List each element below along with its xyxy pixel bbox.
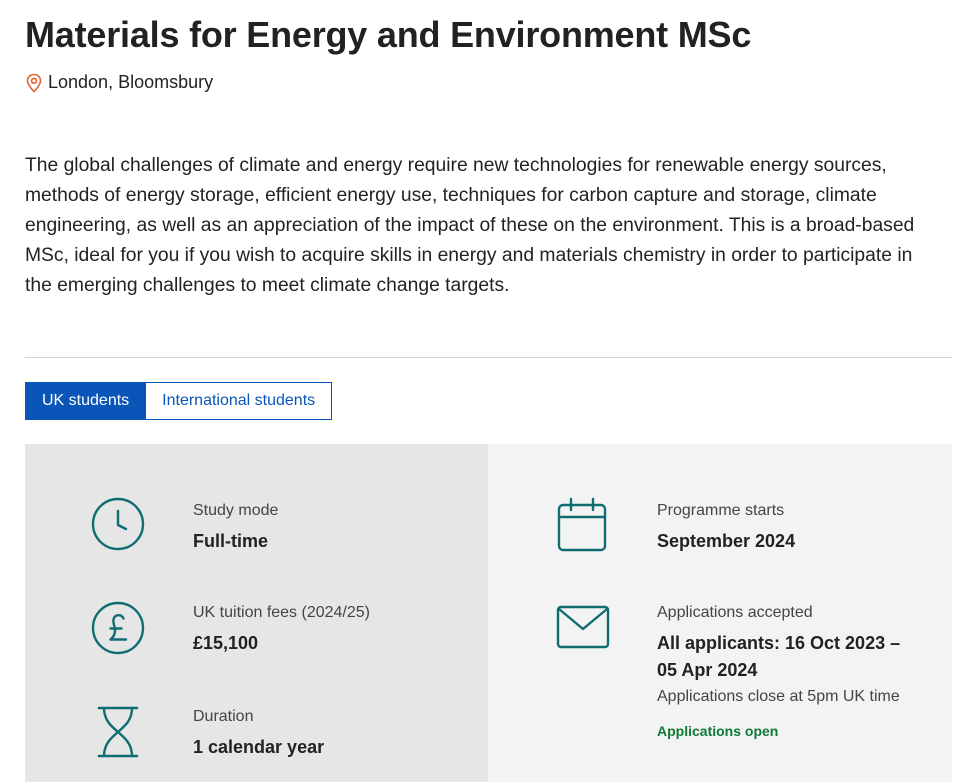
hourglass-icon	[96, 706, 140, 758]
applications-item: Applications accepted All applicants: 16…	[488, 444, 952, 744]
location-text: London, Bloomsbury	[48, 72, 214, 92]
duration-label: Duration	[193, 708, 254, 725]
key-info-right-column: Programme starts September 2024 Applicat…	[488, 444, 952, 782]
duration-item: Duration 1 calendar year	[25, 444, 488, 774]
student-type-tabs: UK students International students	[25, 382, 333, 420]
map-pin-icon	[25, 73, 43, 93]
course-intro: The global challenges of climate and ene…	[25, 155, 915, 296]
duration-value: 1 calendar year	[193, 737, 325, 757]
location: London, Bloomsbury	[25, 72, 213, 93]
envelope-icon	[556, 605, 610, 649]
key-info-left-column: Study mode Full-time UK tuition fees (20…	[25, 444, 488, 782]
key-information-panel: Study mode Full-time UK tuition fees (20…	[25, 444, 952, 782]
applications-dates-line2: 05 Apr 2024	[657, 660, 758, 680]
divider	[25, 357, 952, 358]
applications-close-note: Applications close at 5pm UK time	[657, 688, 900, 705]
applications-label: Applications accepted	[657, 604, 813, 621]
page-title: Materials for Energy and Environment MSc	[25, 14, 752, 55]
applications-status: Applications open	[657, 723, 779, 739]
applications-dates-line1: All applicants: 16 Oct 2023 –	[657, 633, 901, 653]
course-page: Materials for Energy and Environment MSc…	[0, 0, 978, 782]
tab-international-students[interactable]: International students	[146, 382, 333, 420]
tab-uk-students[interactable]: UK students	[25, 382, 147, 420]
